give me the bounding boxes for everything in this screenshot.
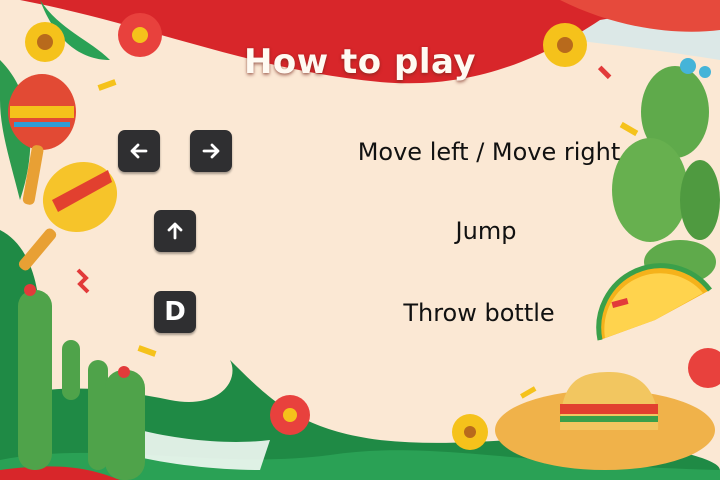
how-to-play-screen: How to play Move left / Move right Jump … xyxy=(0,0,720,480)
d-key-letter: D xyxy=(164,297,186,327)
throw-instruction-label: Throw bottle xyxy=(403,299,555,327)
left-arrow-icon xyxy=(130,143,148,159)
right-arrow-icon xyxy=(202,143,220,159)
d-key: D xyxy=(154,291,196,333)
move-instruction-label: Move left / Move right xyxy=(357,138,621,166)
page-title: How to play xyxy=(243,42,477,82)
right-arrow-key xyxy=(190,130,232,172)
left-arrow-key xyxy=(118,130,160,172)
jump-instruction-label: Jump xyxy=(455,217,517,245)
up-arrow-key xyxy=(154,210,196,252)
up-arrow-icon xyxy=(167,222,183,240)
